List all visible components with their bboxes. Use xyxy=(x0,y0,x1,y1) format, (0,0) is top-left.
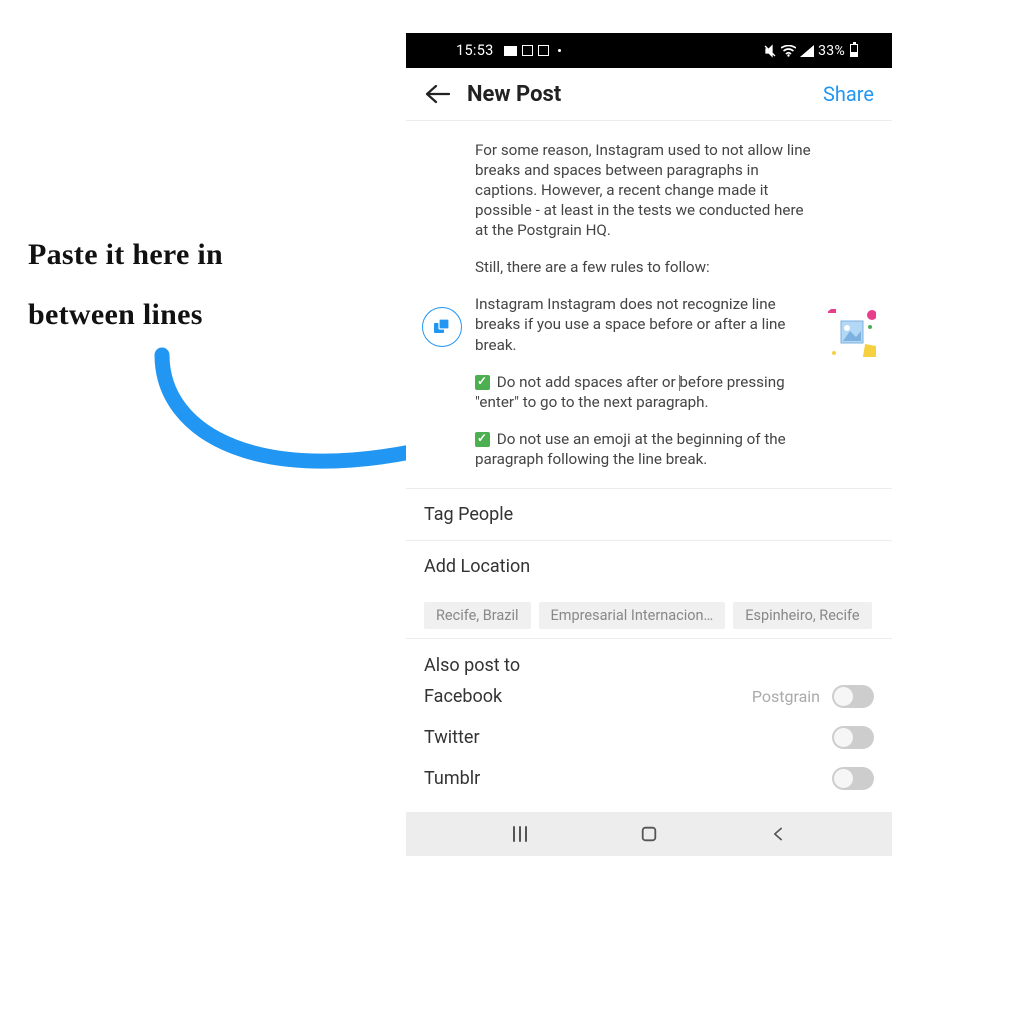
back-icon[interactable] xyxy=(768,824,788,844)
add-location-row[interactable]: Add Location xyxy=(406,541,892,593)
annotation-line2: between lines xyxy=(28,285,368,345)
toggle-tumblr[interactable] xyxy=(832,767,874,790)
app-header: New Post Share xyxy=(406,68,892,121)
cross-post-twitter: Twitter xyxy=(406,717,892,758)
mute-icon xyxy=(763,44,777,58)
toggle-twitter[interactable] xyxy=(832,726,874,749)
recent-apps-icon[interactable] xyxy=(510,824,530,844)
android-nav-bar xyxy=(406,812,892,856)
picture-icon xyxy=(538,45,549,56)
status-right: 33% xyxy=(763,43,858,59)
wifi-icon xyxy=(781,45,796,57)
cross-post-tumblr: Tumblr xyxy=(406,758,892,799)
more-icon xyxy=(558,49,561,52)
cross-post-sublabel: Postgrain xyxy=(752,687,820,706)
post-thumbnail[interactable] xyxy=(828,309,876,357)
tag-people-label: Tag People xyxy=(424,504,513,525)
location-chips: Recife, Brazil Empresarial Internacion… … xyxy=(406,593,892,639)
location-chip[interactable]: Espinheiro, Recife xyxy=(733,602,871,629)
phone-frame: 15:53 33% New Post Share For so xyxy=(406,33,892,856)
caption-p3: Instagram Instagram does not recognize l… xyxy=(475,294,820,354)
annotation-line1: Paste it here in xyxy=(28,225,368,285)
also-post-heading: Also post to xyxy=(406,639,892,676)
check-icon xyxy=(475,432,490,447)
cross-post-label: Facebook xyxy=(424,686,752,707)
page-title: New Post xyxy=(467,82,823,107)
home-icon[interactable] xyxy=(639,824,659,844)
battery-pct: 33% xyxy=(818,43,845,59)
caption-area[interactable]: For some reason, Instagram used to not a… xyxy=(406,121,892,489)
check-icon xyxy=(475,375,490,390)
toggle-facebook[interactable] xyxy=(832,685,874,708)
caption-p2: Still, there are a few rules to follow: xyxy=(475,257,820,277)
tag-people-row[interactable]: Tag People xyxy=(406,489,892,541)
caption-p4: Do not add spaces after or before pressi… xyxy=(475,372,820,412)
cross-post-label: Twitter xyxy=(424,727,832,748)
status-bar: 15:53 33% xyxy=(406,33,892,68)
battery-icon xyxy=(850,44,858,57)
location-chip[interactable]: Empresarial Internacion… xyxy=(539,602,726,629)
gmail-icon xyxy=(504,46,517,56)
caption-p5: Do not use an emoji at the beginning of … xyxy=(475,429,820,469)
caption-text[interactable]: For some reason, Instagram used to not a… xyxy=(475,140,824,476)
annotation-text: Paste it here in between lines xyxy=(28,225,368,345)
add-location-label: Add Location xyxy=(424,556,530,577)
cross-post-label: Tumblr xyxy=(424,768,832,789)
caption-p1: For some reason, Instagram used to not a… xyxy=(475,140,820,240)
signal-icon xyxy=(800,45,814,57)
share-button[interactable]: Share xyxy=(823,82,874,106)
location-chip[interactable]: Recife, Brazil xyxy=(424,602,531,629)
profile-avatar[interactable] xyxy=(422,307,462,347)
status-time: 15:53 xyxy=(456,42,494,59)
screen-icon xyxy=(522,45,533,56)
stack-icon xyxy=(433,318,451,336)
status-left: 15:53 xyxy=(456,42,561,59)
back-arrow-icon[interactable] xyxy=(425,84,450,104)
cross-post-facebook: Facebook Postgrain xyxy=(406,676,892,717)
